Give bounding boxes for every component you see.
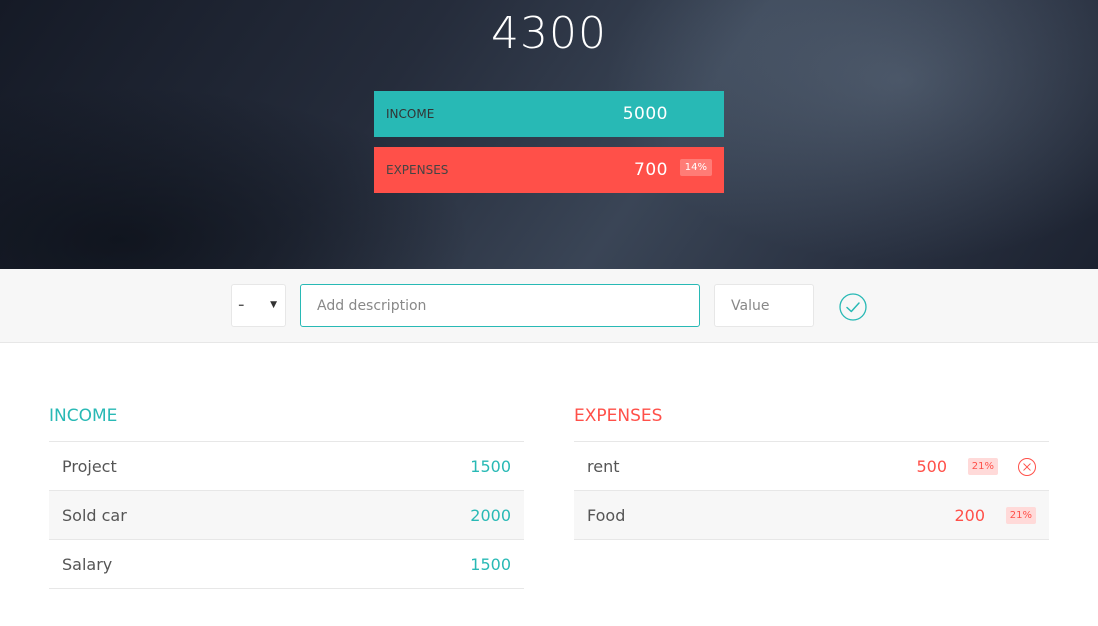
- type-select-value: -: [238, 294, 245, 315]
- caret-down-icon: ▼: [270, 300, 277, 310]
- expense-item-percentage: 21%: [967, 457, 998, 475]
- type-select[interactable]: - ▼: [231, 284, 286, 327]
- expenses-summary-label: Expenses: [386, 163, 449, 177]
- income-item-description: Sold car: [62, 505, 127, 525]
- income-summary-value: 5000: [622, 104, 668, 124]
- value-input[interactable]: [714, 284, 814, 327]
- checkmark-circle-icon: [839, 293, 867, 321]
- income-item-value: 1500: [470, 456, 511, 476]
- income-item-description: Salary: [62, 554, 113, 574]
- income-item[interactable]: Salary 1500: [49, 540, 524, 589]
- income-item-value: 1500: [470, 554, 511, 574]
- income-item-description: Project: [62, 456, 117, 476]
- income-item[interactable]: Sold car 2000: [49, 491, 524, 540]
- expenses-list-title: Expenses: [574, 400, 1049, 442]
- income-item-value: 2000: [470, 505, 511, 525]
- close-circle-icon: [1018, 458, 1036, 476]
- expense-item[interactable]: Food 200 21%: [574, 491, 1049, 540]
- expenses-summary-value: 700: [634, 160, 668, 180]
- income-list: Income Project 1500 Sold car 2000 Salary…: [49, 400, 524, 589]
- available-budget: 4300: [491, 8, 607, 59]
- expense-item-percentage: 21%: [1005, 506, 1036, 524]
- income-summary-label: Income: [386, 107, 435, 121]
- income-item[interactable]: Project 1500: [49, 442, 524, 491]
- budget-header: 4300 Income 5000 Expenses 700 14%: [0, 0, 1098, 269]
- delete-button[interactable]: [1017, 457, 1037, 477]
- expenses-summary: Expenses 700 14%: [374, 147, 724, 193]
- expenses-list: Expenses rent 500 21% Food 200 21%: [574, 400, 1049, 540]
- expenses-percentage-badge: 14%: [679, 159, 712, 176]
- add-entry-bar: - ▼: [0, 269, 1098, 343]
- add-button[interactable]: [838, 292, 868, 322]
- income-summary: Income 5000: [374, 91, 724, 137]
- expense-item-value: 200: [954, 505, 985, 525]
- expense-item-value: 500: [916, 456, 947, 476]
- description-input[interactable]: [300, 284, 700, 327]
- income-list-title: Income: [49, 400, 524, 442]
- expense-item[interactable]: rent 500 21%: [574, 442, 1049, 491]
